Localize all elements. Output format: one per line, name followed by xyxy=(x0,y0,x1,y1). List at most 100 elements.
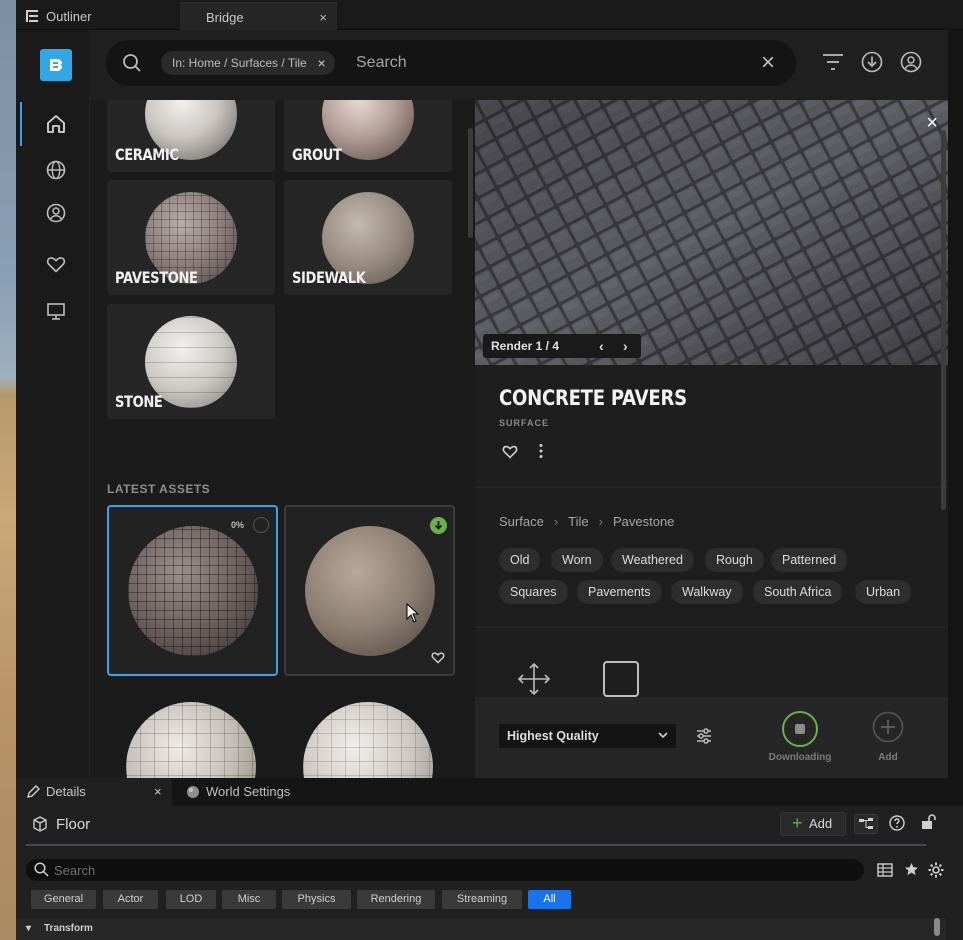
tag[interactable]: Patterned xyxy=(771,548,848,572)
user-icon[interactable] xyxy=(42,199,70,227)
add-circle-icon[interactable] xyxy=(872,711,904,743)
tab-outliner[interactable]: Outliner xyxy=(24,2,184,30)
more-options-icon[interactable] xyxy=(538,443,544,459)
divider xyxy=(475,626,948,628)
filter-lod[interactable]: LOD xyxy=(166,890,216,909)
close-preview-icon[interactable]: × xyxy=(926,112,938,135)
chevron-right-icon: › xyxy=(598,514,603,529)
category-tile-ceramic[interactable]: CERAMIC xyxy=(107,100,275,172)
globe-icon[interactable] xyxy=(42,156,70,184)
favorite-icon[interactable] xyxy=(430,650,446,664)
details-search-input[interactable] xyxy=(54,861,654,879)
tab-outliner-label: Outliner xyxy=(46,8,92,24)
render-navigator: Render 1 / 4 ‹ › xyxy=(483,334,641,358)
bridge-logo[interactable] xyxy=(40,49,72,81)
filter-general[interactable]: General xyxy=(31,890,96,909)
home-icon[interactable] xyxy=(42,110,70,138)
downloading-button[interactable] xyxy=(782,711,818,747)
category-tile-sidewalk[interactable]: SIDEWALK xyxy=(284,180,452,295)
table-view-icon[interactable] xyxy=(877,863,893,877)
search-bar[interactable]: In: Home / Surfaces / Tile × × xyxy=(106,40,796,86)
bridge-logo-icon xyxy=(50,59,62,71)
asset-sphere xyxy=(128,526,258,656)
filter-all[interactable]: All xyxy=(528,890,571,909)
category-tile-stone[interactable]: STONE xyxy=(107,304,275,419)
nav-rail xyxy=(16,30,90,778)
clear-search-icon[interactable]: × xyxy=(761,49,775,77)
quality-value: Highest Quality xyxy=(507,729,599,743)
tag[interactable]: Walkway xyxy=(671,580,743,604)
asset-sphere xyxy=(126,702,256,778)
quality-dropdown[interactable]: Highest Quality xyxy=(499,724,676,748)
grid-scrollbar[interactable] xyxy=(468,128,473,238)
bridge-top-bar: In: Home / Surfaces / Tile × × xyxy=(90,30,948,100)
category-tile-grout[interactable]: GROUT xyxy=(284,100,452,172)
prev-render-icon[interactable]: ‹ xyxy=(599,334,604,358)
asset-detail-panel: × Render 1 / 4 ‹ › CONCRETE PAVERS SURFA… xyxy=(475,100,948,778)
add-component-button[interactable]: + Add xyxy=(780,812,846,836)
tab-world-settings[interactable]: World Settings xyxy=(180,778,290,806)
category-tile-pavestone[interactable]: PAVESTONE xyxy=(107,180,275,295)
downloading-label: Downloading xyxy=(768,752,832,763)
filter-physics[interactable]: Physics xyxy=(282,890,351,909)
star-icon[interactable] xyxy=(904,862,919,877)
tag[interactable]: Weathered xyxy=(611,548,694,572)
details-search[interactable] xyxy=(26,859,864,881)
settings-sliders-icon[interactable] xyxy=(696,728,712,744)
filter-rendering[interactable]: Rendering xyxy=(357,890,435,909)
asset-type: SURFACE xyxy=(499,418,550,428)
asset-card-pavers-selected[interactable]: 0% xyxy=(107,505,278,676)
account-icon[interactable] xyxy=(900,51,922,73)
mouse-cursor-icon xyxy=(406,603,420,623)
tag[interactable]: Old xyxy=(499,548,541,572)
tag[interactable]: Pavements xyxy=(577,580,662,604)
close-tab-icon[interactable]: × xyxy=(154,778,162,806)
add-label: Add xyxy=(878,752,898,763)
tag[interactable]: Urban xyxy=(855,580,912,604)
breadcrumb-item[interactable]: Surface xyxy=(499,514,544,529)
filter-streaming[interactable]: Streaming xyxy=(442,890,522,909)
download-icon[interactable] xyxy=(861,51,883,73)
detail-scrollbar[interactable] xyxy=(941,130,946,510)
blueprint-icon[interactable] xyxy=(854,814,878,834)
asset-card[interactable] xyxy=(284,683,455,778)
category-label: PAVESTONE xyxy=(115,268,198,287)
download-bar: Highest Quality Downloading Add xyxy=(475,697,948,778)
tab-details[interactable]: Details × xyxy=(16,778,172,806)
tag[interactable]: South Africa xyxy=(753,580,843,604)
chevron-right-icon: › xyxy=(553,514,559,529)
remove-scope-icon[interactable]: × xyxy=(318,51,326,75)
search-input[interactable] xyxy=(356,50,736,76)
monitor-icon[interactable] xyxy=(42,297,70,325)
transform-label: Transform xyxy=(44,923,93,934)
details-scrollbar[interactable] xyxy=(934,918,940,936)
scope-chip-label: In: Home / Surfaces / Tile xyxy=(172,56,307,70)
plus-icon: + xyxy=(792,813,803,833)
close-tab-icon[interactable]: × xyxy=(319,10,327,25)
tag[interactable]: Worn xyxy=(551,548,603,572)
bounding-box-icon[interactable] xyxy=(603,661,639,697)
pencil-icon xyxy=(27,785,40,798)
asset-card-concrete[interactable] xyxy=(284,505,455,676)
lock-icon[interactable] xyxy=(920,813,936,831)
filter-actor[interactable]: Actor xyxy=(103,890,158,909)
category-label: GROUT xyxy=(292,145,342,164)
heart-icon[interactable] xyxy=(42,250,70,278)
scope-chip[interactable]: In: Home / Surfaces / Tile × xyxy=(161,51,335,75)
move-icon[interactable] xyxy=(517,662,551,696)
gear-icon[interactable] xyxy=(928,862,944,878)
asset-card[interactable] xyxy=(107,683,278,778)
help-icon[interactable] xyxy=(889,815,905,831)
next-render-icon[interactable]: › xyxy=(623,334,628,358)
favorite-icon[interactable] xyxy=(501,443,519,459)
transform-section-header[interactable]: ▾ Transform xyxy=(16,918,946,940)
filter-misc[interactable]: Misc xyxy=(222,890,276,909)
tag[interactable]: Rough xyxy=(705,548,764,572)
divider xyxy=(475,486,948,488)
breadcrumb-item[interactable]: Tile xyxy=(568,514,588,529)
viewport-edge xyxy=(0,0,16,940)
breadcrumb-item[interactable]: Pavestone xyxy=(613,514,674,529)
filter-icon[interactable] xyxy=(822,52,844,72)
tag[interactable]: Squares xyxy=(499,580,568,604)
tab-bridge[interactable]: Bridge × xyxy=(180,2,337,30)
